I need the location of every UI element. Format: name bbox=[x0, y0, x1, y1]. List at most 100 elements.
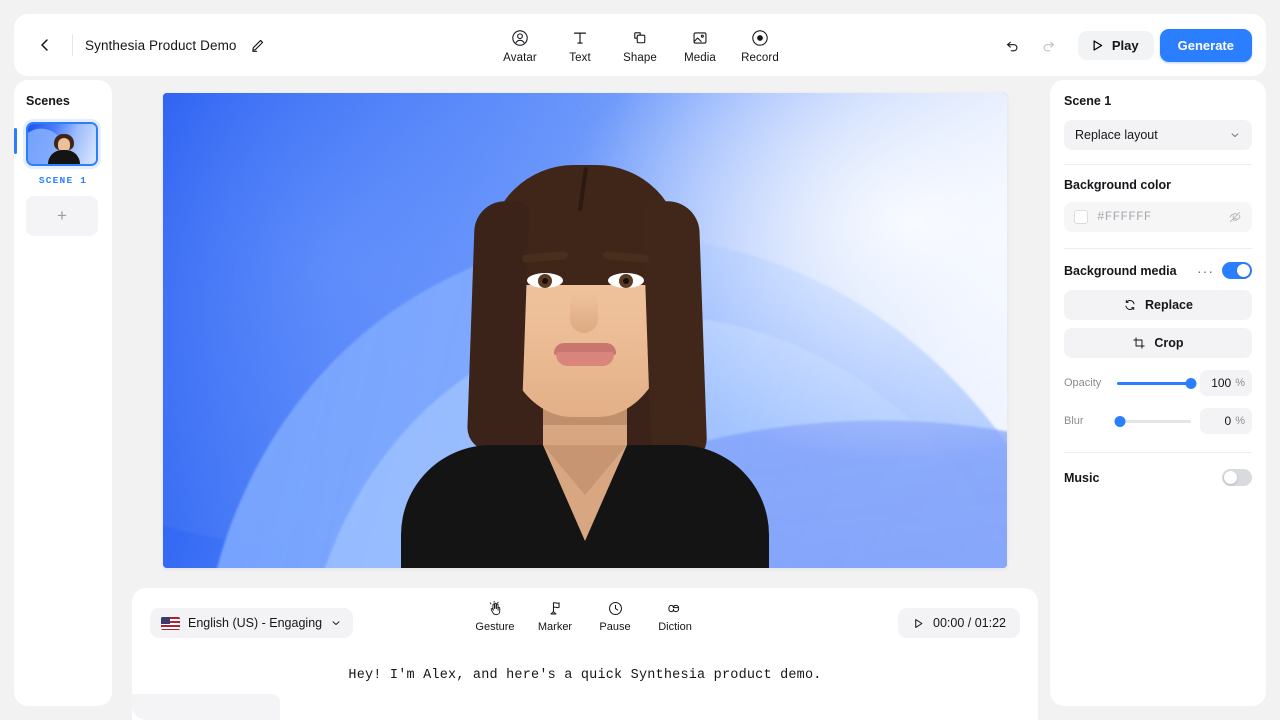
back-button[interactable] bbox=[30, 30, 60, 60]
redo-button[interactable] bbox=[1034, 30, 1064, 60]
avatar-nose bbox=[570, 293, 598, 333]
undo-button[interactable] bbox=[998, 30, 1028, 60]
rename-button[interactable] bbox=[245, 32, 271, 58]
script-tool-marker[interactable]: Marker bbox=[533, 598, 577, 633]
script-tool-diction[interactable]: Diction bbox=[653, 598, 697, 633]
top-bar-left: Synthesia Product Demo bbox=[14, 30, 271, 60]
script-tool-pause-label: Pause bbox=[599, 621, 630, 633]
avatar-layer[interactable] bbox=[365, 93, 805, 568]
tool-avatar-label: Avatar bbox=[503, 52, 537, 64]
scenes-header: Scenes bbox=[26, 94, 100, 108]
play-label: Play bbox=[1112, 38, 1139, 53]
music-toggle[interactable] bbox=[1222, 469, 1252, 486]
tool-media[interactable]: Media bbox=[673, 26, 727, 64]
avatar-eye-left bbox=[527, 273, 563, 288]
crop-media-label: Crop bbox=[1154, 336, 1183, 350]
tool-text[interactable]: Text bbox=[553, 26, 607, 64]
playback-time[interactable]: 00:00 / 01:22 bbox=[898, 608, 1020, 638]
background-media-title: Background media bbox=[1064, 264, 1189, 278]
media-icon bbox=[691, 28, 709, 48]
app-root: Synthesia Product Demo Avatar Text bbox=[0, 0, 1280, 720]
scene-thumbnail-1[interactable] bbox=[26, 122, 98, 166]
blur-slider[interactable] bbox=[1117, 420, 1191, 423]
clock-icon bbox=[607, 598, 624, 618]
tool-text-label: Text bbox=[569, 52, 591, 64]
scenes-panel: Scenes SCENE 1 + bbox=[14, 80, 112, 706]
script-toolbar: English (US) - Engaging Gesture Marker bbox=[132, 588, 1038, 658]
script-tool-gesture[interactable]: Gesture bbox=[473, 598, 517, 633]
background-media-header: Background media ··· bbox=[1064, 262, 1252, 279]
play-icon bbox=[1090, 38, 1105, 53]
avatar-icon bbox=[511, 28, 529, 48]
script-tool-marker-label: Marker bbox=[538, 621, 572, 633]
opacity-value-box[interactable]: 100 % bbox=[1200, 370, 1252, 396]
layout-select-value: Replace layout bbox=[1075, 128, 1158, 142]
insert-toolbar: Avatar Text Shape Media bbox=[493, 26, 787, 64]
script-text[interactable]: Hey! I'm Alex, and here's a quick Synthe… bbox=[172, 658, 998, 683]
layout-select[interactable]: Replace layout bbox=[1064, 120, 1252, 150]
blur-unit: % bbox=[1235, 415, 1245, 427]
voice-selector[interactable]: English (US) - Engaging bbox=[150, 608, 353, 638]
tool-media-label: Media bbox=[684, 52, 716, 64]
toolbar-divider bbox=[72, 34, 73, 56]
tool-record[interactable]: Record bbox=[733, 26, 787, 64]
background-media-more-button[interactable]: ··· bbox=[1197, 266, 1214, 276]
document-title: Synthesia Product Demo bbox=[85, 38, 237, 53]
refresh-icon bbox=[1123, 298, 1137, 312]
replace-media-label: Replace bbox=[1145, 298, 1193, 312]
script-tool-pause[interactable]: Pause bbox=[593, 598, 637, 633]
avatar-hair-right bbox=[642, 200, 707, 464]
video-canvas[interactable] bbox=[163, 93, 1007, 568]
pencil-icon bbox=[250, 38, 265, 53]
panel-divider-1 bbox=[1064, 164, 1252, 165]
opacity-slider[interactable] bbox=[1117, 382, 1191, 385]
generate-button[interactable]: Generate bbox=[1160, 29, 1252, 62]
undo-icon bbox=[1004, 37, 1021, 54]
crop-media-button[interactable]: Crop bbox=[1064, 328, 1252, 358]
voice-label: English (US) - Engaging bbox=[188, 616, 322, 630]
eye-off-icon[interactable] bbox=[1228, 210, 1242, 224]
tool-avatar[interactable]: Avatar bbox=[493, 26, 547, 64]
play-button[interactable]: Play bbox=[1078, 31, 1154, 60]
playback-time-label: 00:00 / 01:22 bbox=[933, 616, 1006, 630]
text-icon bbox=[571, 28, 589, 48]
opacity-row: Opacity 100 % bbox=[1064, 370, 1252, 396]
play-small-icon bbox=[912, 617, 925, 630]
opacity-value: 100 bbox=[1211, 376, 1231, 390]
top-bar: Synthesia Product Demo Avatar Text bbox=[14, 14, 1266, 76]
top-bar-right: Play Generate bbox=[998, 29, 1252, 62]
scene-label-1: SCENE 1 bbox=[26, 175, 100, 186]
avatar-hair-left bbox=[467, 200, 530, 452]
panel-divider-3 bbox=[1064, 452, 1252, 453]
us-flag-icon bbox=[161, 617, 180, 630]
blur-label: Blur bbox=[1064, 415, 1108, 427]
script-tool-diction-label: Diction bbox=[658, 621, 692, 633]
tool-shape-label: Shape bbox=[623, 52, 657, 64]
panel-divider-2 bbox=[1064, 248, 1252, 249]
background-color-field[interactable]: #FFFFFF bbox=[1064, 202, 1252, 232]
color-swatch[interactable] bbox=[1074, 210, 1088, 224]
music-label: Music bbox=[1064, 471, 1222, 485]
hand-icon bbox=[487, 598, 504, 618]
add-scene-button[interactable]: + bbox=[26, 196, 98, 236]
replace-media-button[interactable]: Replace bbox=[1064, 290, 1252, 320]
script-body[interactable]: Hey! I'm Alex, and here's a quick Synthe… bbox=[132, 658, 1038, 683]
redo-icon bbox=[1040, 37, 1057, 54]
diction-icon bbox=[666, 598, 685, 618]
script-tools: Gesture Marker Pause bbox=[473, 598, 697, 633]
background-color-value: #FFFFFF bbox=[1097, 210, 1219, 224]
marker-icon bbox=[547, 598, 564, 618]
opacity-unit: % bbox=[1235, 377, 1245, 389]
blur-value-box[interactable]: 0 % bbox=[1200, 408, 1252, 434]
record-icon bbox=[751, 28, 769, 48]
tool-record-label: Record bbox=[741, 52, 779, 64]
blur-row: Blur 0 % bbox=[1064, 408, 1252, 434]
script-tool-gesture-label: Gesture bbox=[475, 621, 514, 633]
chevron-down-icon bbox=[330, 617, 342, 629]
avatar-lip-lower bbox=[556, 352, 614, 366]
blur-value: 0 bbox=[1225, 414, 1232, 428]
opacity-label: Opacity bbox=[1064, 377, 1108, 389]
background-media-toggle[interactable] bbox=[1222, 262, 1252, 279]
background-color-title: Background color bbox=[1064, 178, 1252, 192]
tool-shape[interactable]: Shape bbox=[613, 26, 667, 64]
